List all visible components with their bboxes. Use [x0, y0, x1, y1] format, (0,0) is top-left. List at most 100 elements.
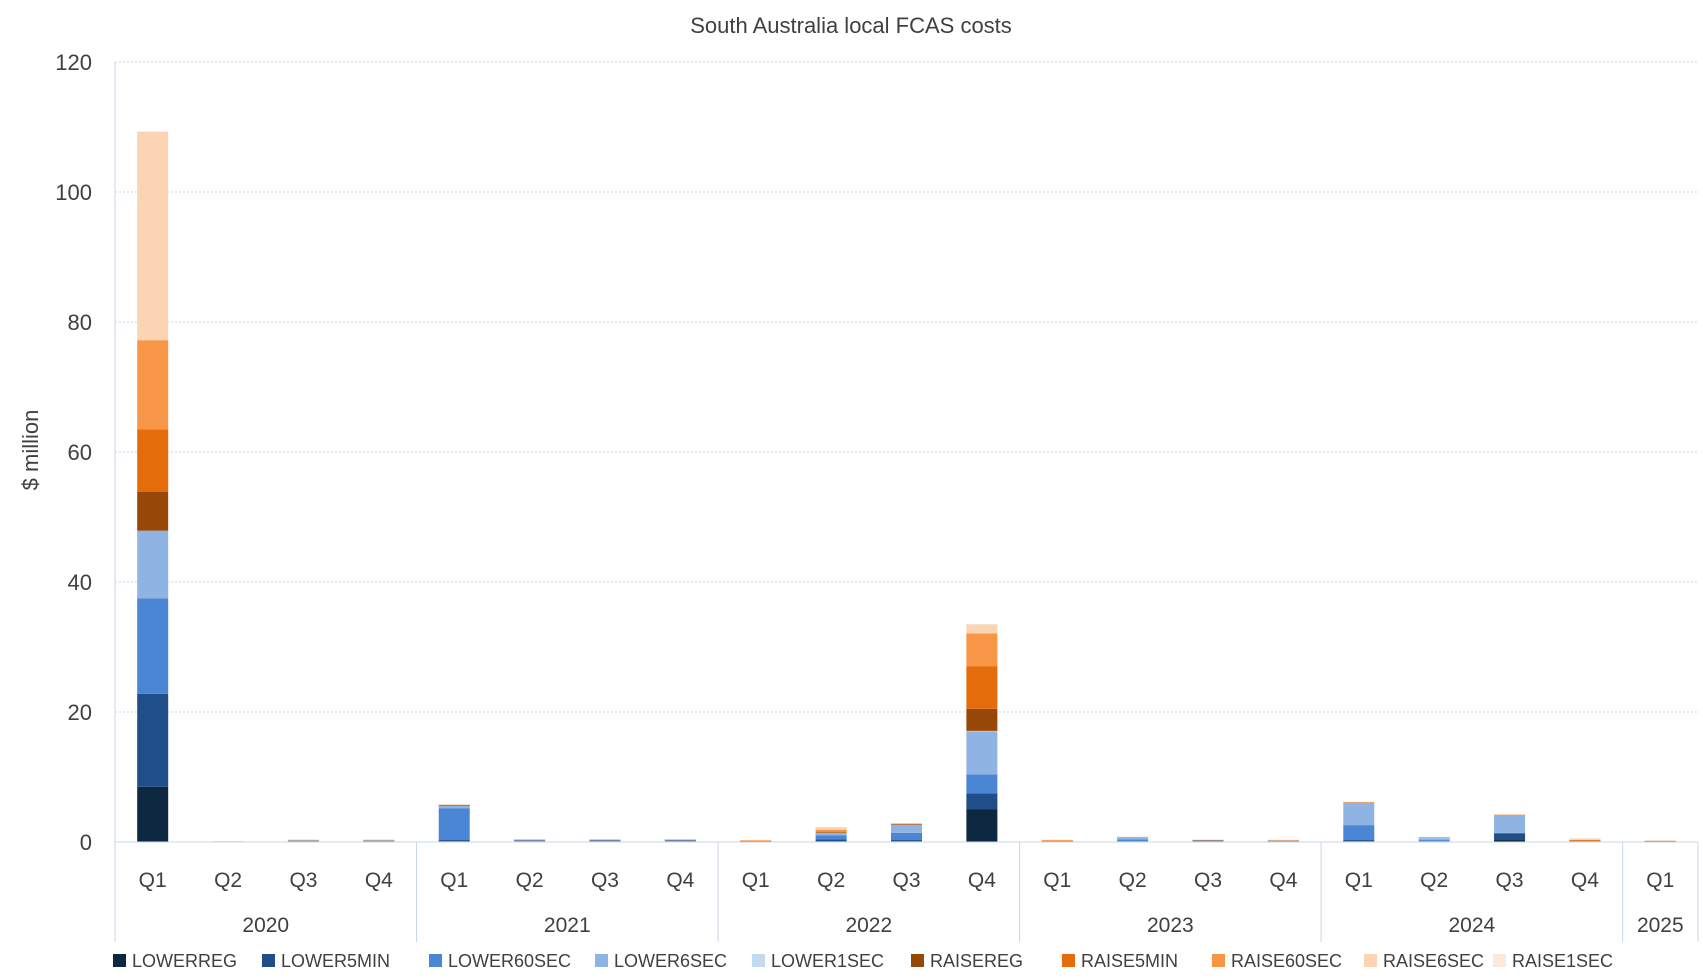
x-tick-label: Q3	[892, 869, 920, 892]
bar-segment-lower60sec	[1117, 839, 1149, 842]
bar-segment-lower60sec	[891, 832, 922, 841]
legend-label: RAISE1SEC	[1512, 951, 1613, 971]
bar-segment-lower60sec	[1494, 832, 1526, 834]
legend-swatch	[752, 954, 765, 967]
bar-segment-lower6sec	[815, 832, 847, 836]
legend-item-lower5min: LOWER5MIN	[262, 951, 390, 971]
bar-segment-lower6sec	[137, 530, 169, 599]
fcas-cost-chart: South Australia local FCAS costs $ milli…	[18, 13, 1699, 971]
legend-item-lower6sec: LOWER6SEC	[595, 951, 727, 971]
bar-segment-lower5min	[137, 693, 169, 787]
y-tick-label: 80	[68, 310, 92, 335]
year-group-label: 2021	[544, 914, 591, 937]
bar-segment-lower6sec	[1418, 838, 1450, 841]
bars	[137, 131, 1676, 843]
legend-label: RAISE6SEC	[1383, 951, 1484, 971]
legend-item-lower60sec: LOWER60SEC	[429, 951, 571, 971]
bar-segment-raise6sec	[589, 839, 621, 840]
legend-swatch	[429, 954, 442, 967]
bar-segment-raise6sec	[438, 804, 470, 805]
bar-segment-raise60sec	[1569, 839, 1601, 841]
y-axis-ticks: 0 20 40 60 80 100 120	[55, 50, 92, 855]
y-tick-label: 100	[55, 180, 92, 205]
year-group-label: 2025	[1637, 914, 1684, 937]
year-group-label: 2020	[242, 914, 289, 937]
bar-segment-raise6sec	[137, 131, 169, 341]
bar-segment-lower5min	[966, 793, 998, 810]
bar-segment-lower5min	[815, 839, 847, 842]
legend-label: RAISE60SEC	[1231, 951, 1342, 971]
x-tick-label: Q3	[289, 869, 317, 892]
bar-segment-lower60sec	[1343, 825, 1375, 841]
bar-segment-raise1sec	[1418, 836, 1450, 838]
legend-label: RAISEREG	[930, 951, 1023, 971]
year-group-label: 2024	[1448, 914, 1495, 937]
legend-swatch	[1364, 954, 1377, 967]
legend-label: LOWER6SEC	[614, 951, 727, 971]
year-group-label: 2023	[1147, 914, 1194, 937]
bar-segment-raise60sec	[740, 840, 772, 842]
legend-item-lowerreg: LOWERREG	[113, 951, 237, 971]
bar-segment-raise6sec	[815, 827, 847, 830]
bar-segment-raise6sec	[363, 839, 395, 841]
bar-segment-lower5min	[1494, 833, 1526, 841]
bar-segment-lower5min	[891, 840, 922, 842]
legend: LOWERREG LOWER5MIN LOWER60SEC LOWER6SEC LOWE…	[113, 951, 1613, 971]
bar-segment-raisereg	[815, 832, 847, 833]
bar-segment-lower6sec	[438, 805, 470, 809]
bar-segment-raise1sec	[1494, 814, 1526, 815]
bar-segment-raise6sec	[514, 839, 546, 840]
bar-segment-raise60sec	[966, 633, 998, 667]
x-tick-label: Q3	[1194, 869, 1222, 892]
bar-segment-raise1sec	[1343, 801, 1375, 803]
legend-item-raise60sec: RAISE60SEC	[1212, 951, 1342, 971]
x-tick-label: Q1	[139, 869, 167, 892]
x-tick-label: Q4	[968, 869, 996, 892]
x-tick-label: Q3	[591, 869, 619, 892]
legend-item-raise5min: RAISE5MIN	[1062, 951, 1178, 971]
bar-segment-raisereg	[137, 491, 169, 531]
bar-segment-lower5min	[1343, 840, 1375, 842]
legend-swatch	[911, 954, 924, 967]
x-tick-label: Q1	[440, 869, 468, 892]
legend-item-raise6sec: RAISE6SEC	[1364, 951, 1484, 971]
bar-segment-lower6sec	[891, 824, 922, 833]
legend-swatch	[1062, 954, 1075, 967]
x-tick-label: Q4	[1571, 869, 1599, 892]
legend-label: LOWER60SEC	[448, 951, 571, 971]
x-tick-label: Q1	[1043, 869, 1071, 892]
bar-segment-raise1sec	[1041, 839, 1073, 840]
bar-segment-lowerreg	[966, 809, 998, 842]
y-tick-label: 0	[80, 830, 92, 855]
bar-segment-raise6sec	[891, 823, 922, 824]
x-tick-label: Q4	[365, 869, 393, 892]
legend-item-raise1sec: RAISE1SEC	[1493, 951, 1613, 971]
chart-title: South Australia local FCAS costs	[690, 13, 1012, 38]
bar-segment-raise1sec	[966, 623, 998, 625]
bar-segment-lower6sec	[1494, 815, 1526, 833]
gridlines	[115, 61, 1698, 713]
bar-segment-lower60sec	[438, 808, 470, 841]
bar-segment-raise5min	[815, 831, 847, 833]
x-tick-label: Q1	[1345, 869, 1373, 892]
legend-item-raisereg: RAISEREG	[911, 951, 1023, 971]
x-tick-label: Q2	[214, 869, 242, 892]
y-tick-label: 120	[55, 50, 92, 75]
x-axis: Q1 Q2 Q3 Q4 2020 Q1 Q2 Q3 Q4 2021 Q1 Q2 Q3 Q4 2022 Q1 Q2…	[114, 62, 1699, 942]
bar-segment-lower5min	[438, 840, 470, 842]
x-tick-label: Q3	[1496, 869, 1524, 892]
x-tick-label: Q1	[1646, 869, 1674, 892]
x-tick-label: Q1	[742, 869, 770, 892]
bar-segment-lowerreg	[137, 786, 169, 842]
bar-segment-raise5min	[137, 429, 169, 492]
bar-segment-raise1sec	[1267, 839, 1299, 841]
x-tick-label: Q4	[666, 869, 694, 892]
bar-segment-raise1sec	[1192, 839, 1224, 840]
bar-segment-lower6sec	[966, 731, 998, 775]
bar-segment-lower60sec	[1418, 840, 1450, 842]
bar-segment-raise60sec	[815, 829, 847, 832]
bar-segment-lower60sec	[966, 774, 998, 794]
legend-label: LOWERREG	[132, 951, 237, 971]
legend-swatch	[595, 954, 608, 967]
bar-segment-raise6sec	[740, 839, 772, 841]
